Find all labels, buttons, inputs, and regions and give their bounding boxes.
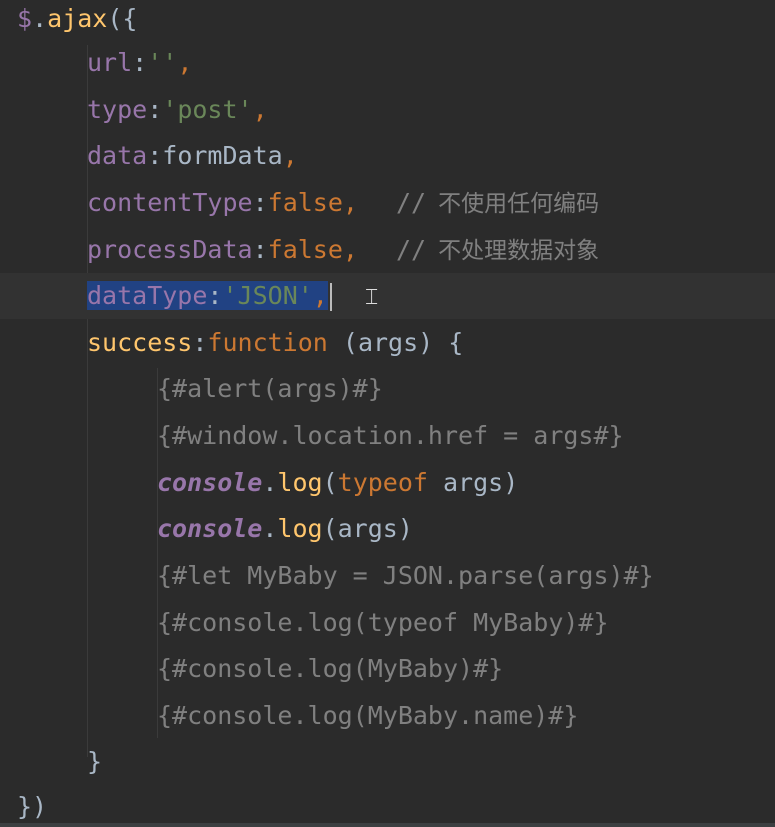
code-line-7[interactable]: dataType:'JSON', — [87, 273, 332, 319]
template-comment: {#console.log(typeof MyBaby)#} — [157, 608, 609, 637]
token: : — [252, 235, 268, 264]
text-caret — [329, 283, 332, 311]
token: , — [312, 281, 328, 310]
token: ( — [322, 468, 338, 497]
token: . — [32, 4, 48, 33]
token: }) — [17, 792, 48, 821]
token: 'post' — [162, 95, 253, 124]
code-line-11[interactable]: console.log(typeof args) — [157, 460, 518, 506]
token: type — [87, 95, 148, 124]
token: , — [342, 188, 358, 217]
code-line-12[interactable]: console.log(args) — [157, 506, 413, 552]
token: log — [277, 468, 323, 497]
template-comment: {#console.log(MyBaby)#} — [157, 654, 504, 683]
code-line-8[interactable]: success:function (args) { — [87, 320, 463, 366]
token: (args) { — [327, 328, 464, 357]
text-selection[interactable]: dataType:'JSON', — [87, 281, 328, 310]
token: (args) — [322, 514, 413, 543]
comment: // — [395, 235, 427, 264]
template-comment: {#window.location.href = args#} — [157, 421, 624, 450]
token: dataType — [87, 281, 208, 310]
token: args) — [427, 468, 519, 497]
token: . — [262, 514, 278, 543]
code-line-4[interactable]: data:formData, — [87, 133, 298, 179]
token: , — [282, 141, 298, 170]
token: console — [157, 468, 263, 497]
comment-text: 不使用任何编码 — [438, 191, 600, 217]
token: ajax — [47, 4, 108, 33]
token: , — [342, 235, 358, 264]
token: false — [267, 188, 343, 217]
token: 'JSON' — [222, 281, 313, 310]
token: : — [252, 188, 268, 217]
code-line-17[interactable]: } — [87, 739, 102, 785]
code-line-2[interactable]: url:'', — [87, 40, 192, 86]
token: success — [87, 328, 193, 357]
code-line-1[interactable]: $.ajax({ — [17, 0, 137, 42]
token: data — [87, 141, 148, 170]
code-editor[interactable]: $.ajax({ url:'', type:'post', data:formD… — [0, 0, 775, 827]
token: ({ — [107, 4, 138, 33]
token: '' — [147, 48, 178, 77]
token: log — [277, 514, 323, 543]
token: } — [87, 747, 103, 776]
comment: // — [395, 188, 427, 217]
template-comment: {#console.log(MyBaby.name)#} — [157, 701, 579, 730]
bottom-scroll-edge — [0, 823, 775, 827]
token: , — [252, 95, 268, 124]
comment-text: 不处理数据对象 — [438, 238, 600, 264]
token: : — [207, 281, 223, 310]
code-line-6[interactable]: processData:false, // 不处理数据对象 — [87, 227, 599, 273]
token: . — [262, 468, 278, 497]
token: $ — [17, 4, 33, 33]
token: , — [177, 48, 193, 77]
token: processData — [87, 235, 253, 264]
token: : — [147, 95, 163, 124]
token: : — [147, 141, 163, 170]
text-cursor-icon: ⌶ — [365, 285, 379, 310]
token: url — [87, 48, 133, 77]
code-line-18[interactable]: }) — [17, 784, 47, 827]
token: false — [267, 235, 343, 264]
token: : — [132, 48, 148, 77]
code-line-3[interactable]: type:'post', — [87, 87, 268, 133]
code-line-9[interactable]: {#alert(args)#} — [157, 366, 383, 412]
code-line-16[interactable]: {#console.log(MyBaby.name)#} — [157, 693, 578, 739]
token: typeof — [337, 468, 428, 497]
code-line-15[interactable]: {#console.log(MyBaby)#} — [157, 646, 503, 692]
token: contentType — [87, 188, 253, 217]
token: : — [192, 328, 208, 357]
code-line-10[interactable]: {#window.location.href = args#} — [157, 413, 624, 459]
template-comment: {#alert(args)#} — [157, 374, 383, 403]
code-line-14[interactable]: {#console.log(typeof MyBaby)#} — [157, 600, 609, 646]
token: formData — [162, 141, 283, 170]
code-line-13[interactable]: {#let MyBaby = JSON.parse(args)#} — [157, 553, 654, 599]
token: console — [157, 514, 263, 543]
code-line-5[interactable]: contentType:false, // 不使用任何编码 — [87, 180, 599, 226]
token: function — [207, 328, 328, 357]
template-comment: {#let MyBaby = JSON.parse(args)#} — [157, 561, 654, 590]
